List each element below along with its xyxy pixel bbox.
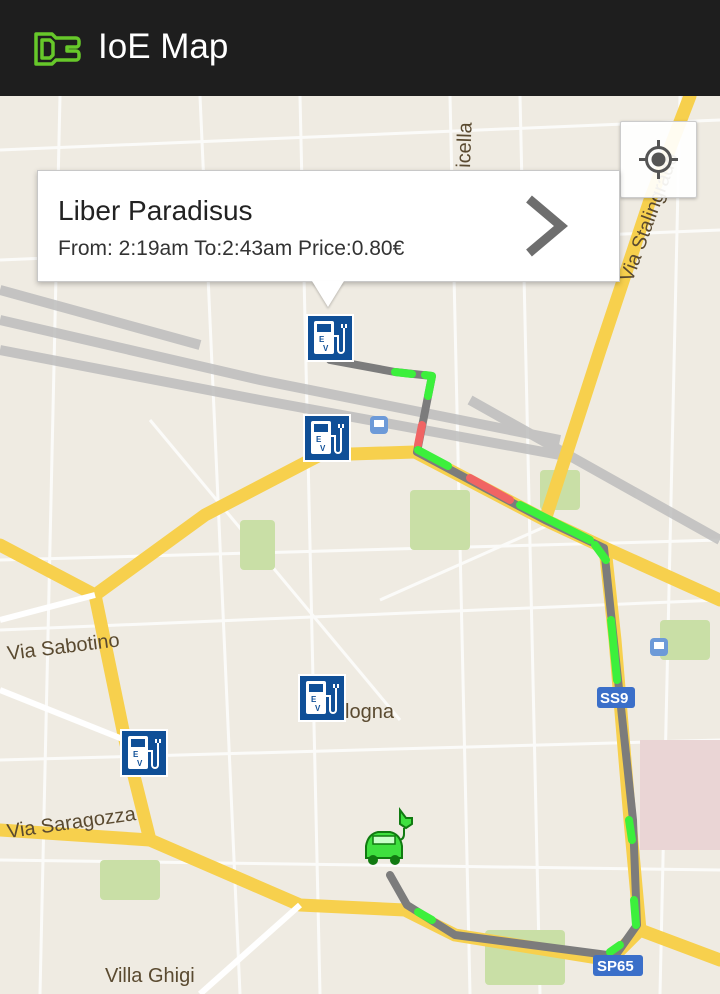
svg-text:V: V	[323, 344, 329, 353]
svg-text:E: E	[133, 750, 139, 759]
svg-text:V: V	[137, 759, 143, 768]
my-location-icon	[639, 140, 678, 179]
svg-text:SS9: SS9	[600, 690, 628, 707]
chevron-right-icon[interactable]	[521, 195, 571, 257]
road-shield-ss9: SS9	[597, 687, 635, 708]
ev-station-marker[interactable]: E V	[303, 414, 351, 462]
ev-station-marker[interactable]: E V	[298, 674, 346, 722]
svg-text:V: V	[315, 704, 321, 713]
station-schedule-price: From: 2:19am To:2:43am Price:0.80€	[58, 237, 405, 260]
street-label: Villa Ghigi	[105, 965, 195, 987]
green-ev-car-icon[interactable]	[360, 806, 422, 870]
svg-text:SP65: SP65	[597, 958, 634, 975]
svg-text:E: E	[319, 335, 325, 344]
station-name: Liber Paradisus	[58, 195, 253, 226]
ev-plug-icon	[34, 32, 81, 66]
street-label: icella	[453, 121, 477, 168]
road-shield-sp65: SP65	[593, 955, 643, 976]
ev-station-marker[interactable]: E V	[306, 314, 354, 362]
svg-text:E: E	[316, 435, 322, 444]
train-station-icon	[650, 638, 668, 656]
svg-text:E: E	[311, 695, 317, 704]
info-window-pointer	[312, 281, 344, 307]
app-title: IoE Map	[98, 27, 229, 66]
city-label: logna	[345, 701, 395, 723]
app-bar: IoE Map	[0, 0, 720, 96]
my-location-button[interactable]	[620, 121, 697, 198]
train-station-icon	[370, 416, 388, 434]
svg-text:V: V	[320, 444, 326, 453]
ev-station-marker[interactable]: E V	[120, 729, 168, 777]
industrial-area	[640, 740, 720, 850]
station-info-window[interactable]: Liber Paradisus From: 2:19am To:2:43am P…	[37, 170, 620, 282]
